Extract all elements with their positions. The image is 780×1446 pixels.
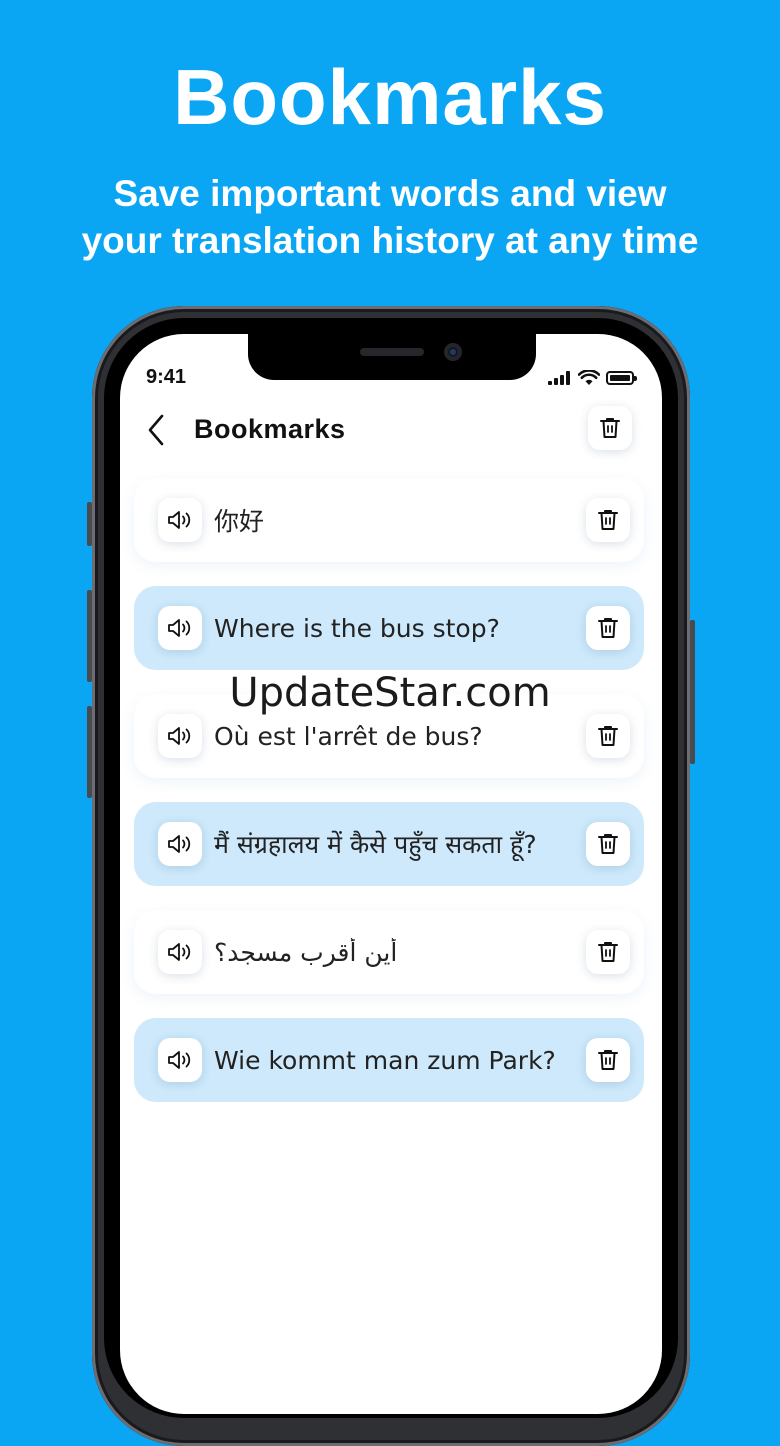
speak-button[interactable]	[158, 930, 202, 974]
delete-all-button[interactable]	[588, 406, 632, 450]
speak-button[interactable]	[158, 1038, 202, 1082]
speak-button[interactable]	[158, 606, 202, 650]
bookmark-text: أين أقرب مسجد؟	[214, 937, 398, 967]
bookmark-item[interactable]: 你好	[134, 478, 644, 562]
speaker-icon	[168, 511, 191, 529]
promo-subtitle-line-1: Save important words and view	[113, 173, 667, 214]
bookmark-list: 你好 Where is the bus stop? Où est l'arrêt…	[134, 478, 644, 1126]
speaker-icon	[168, 943, 191, 961]
bookmark-item[interactable]: Où est l'arrêt de bus?	[134, 694, 644, 778]
promo-subtitle: Save important words and view your trans…	[20, 170, 760, 264]
trash-icon	[598, 510, 618, 530]
bookmark-item[interactable]: Wie kommt man zum Park?	[134, 1018, 644, 1102]
delete-bookmark-button[interactable]	[586, 822, 630, 866]
phone-screen: 9:41 Bookmarks 你好 Where is the bus stop?…	[120, 334, 662, 1414]
delete-bookmark-button[interactable]	[586, 1038, 630, 1082]
promo-title: Bookmarks	[173, 53, 607, 141]
signal-icon	[548, 371, 570, 385]
delete-bookmark-button[interactable]	[586, 498, 630, 542]
bookmark-text: Where is the bus stop?	[214, 613, 500, 643]
trash-icon	[598, 834, 618, 854]
speaker-icon	[168, 619, 191, 637]
bookmark-text: 你好	[214, 507, 265, 536]
speak-button[interactable]	[158, 714, 202, 758]
speak-button[interactable]	[158, 822, 202, 866]
bookmark-text: Wie kommt man zum Park?	[214, 1045, 556, 1075]
status-time: 9:41	[146, 366, 187, 388]
page-title: Bookmarks	[194, 414, 346, 444]
back-button[interactable]	[142, 412, 172, 448]
chevron-left-icon	[148, 414, 164, 446]
promo-subtitle-line-2: your translation history at any time	[81, 220, 699, 261]
speaker-icon	[168, 727, 191, 745]
trash-icon	[600, 418, 620, 438]
phone-power-button	[690, 620, 695, 764]
trash-icon	[598, 1050, 618, 1070]
bookmark-item[interactable]: Where is the bus stop?	[134, 586, 644, 670]
bookmark-item[interactable]: أين أقرب مسجد؟	[134, 910, 644, 994]
trash-icon	[598, 726, 618, 746]
wifi-icon	[578, 370, 600, 385]
front-camera	[444, 343, 462, 361]
bookmark-text: Où est l'arrêt de bus?	[214, 721, 483, 751]
speak-button[interactable]	[158, 498, 202, 542]
bookmark-item[interactable]: मैं संग्रहालय में कैसे पहुँच सकता हूँ?	[134, 802, 644, 886]
delete-bookmark-button[interactable]	[586, 930, 630, 974]
status-icons	[548, 370, 637, 386]
speaker-icon	[168, 835, 191, 853]
notch	[248, 334, 536, 380]
app-header: Bookmarks	[120, 404, 662, 460]
bookmark-text: मैं संग्रहालय में कैसे पहुँच सकता हूँ?	[214, 830, 537, 859]
trash-icon	[598, 618, 618, 638]
delete-bookmark-button[interactable]	[586, 606, 630, 650]
trash-icon	[598, 942, 618, 962]
speaker-icon	[168, 1051, 191, 1069]
battery-icon	[606, 371, 637, 385]
delete-bookmark-button[interactable]	[586, 714, 630, 758]
earpiece	[360, 348, 424, 356]
